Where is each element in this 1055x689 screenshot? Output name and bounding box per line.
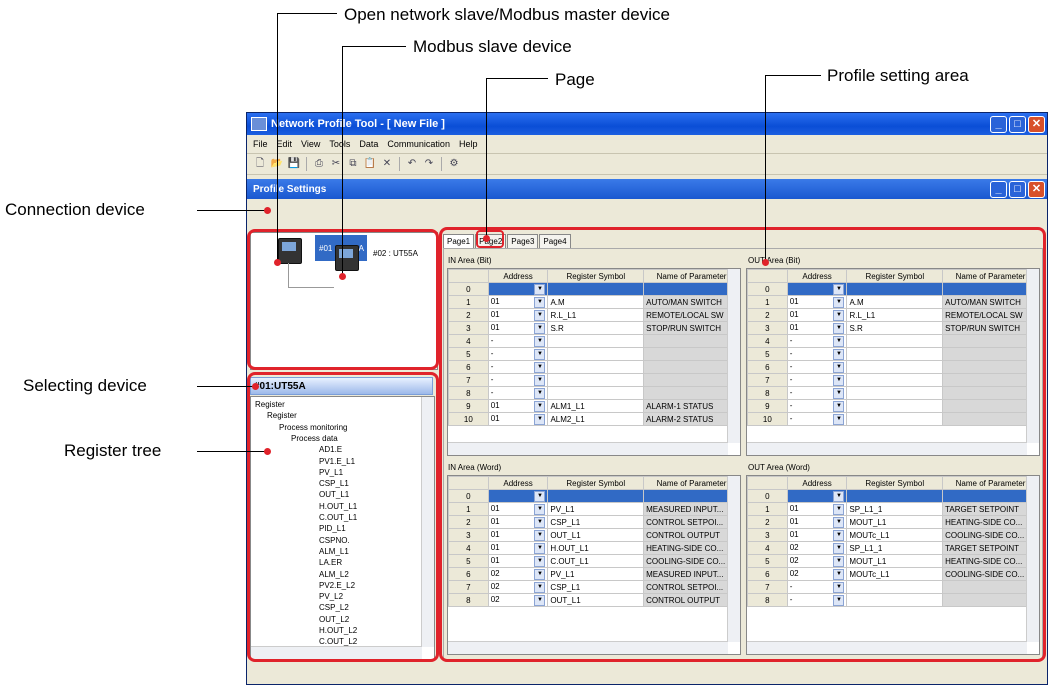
callout-register-tree: Register tree <box>64 441 162 460</box>
undo-icon[interactable]: ↶ <box>405 157 419 171</box>
copy-icon[interactable]: ⧉ <box>346 157 360 171</box>
title-bar: Network Profile Tool - [ New File ] _ □ … <box>247 113 1047 135</box>
callout-dot <box>264 207 271 214</box>
sub-maximize-button[interactable]: □ <box>1009 180 1026 198</box>
print-icon[interactable]: ⎙ <box>312 157 326 171</box>
save-icon[interactable]: 💾 <box>287 157 301 171</box>
menu-edit[interactable]: Edit <box>277 139 293 149</box>
sub-minimize-button[interactable]: _ <box>990 180 1007 198</box>
paste-icon[interactable]: 📋 <box>363 157 377 171</box>
profile-settings-titlebar: Profile Settings _ □ ✕ <box>247 179 1047 199</box>
callout-dot <box>762 259 769 266</box>
toolbar-separator <box>441 157 442 171</box>
app-icon <box>251 117 267 131</box>
leader-line <box>765 75 766 262</box>
connection-device-highlight <box>247 229 439 370</box>
leader-line <box>342 46 343 276</box>
cut-icon[interactable]: ✂ <box>329 157 343 171</box>
menu-data[interactable]: Data <box>359 139 378 149</box>
callout-dot <box>274 259 281 266</box>
page-tab-highlight <box>476 230 504 248</box>
leader-line <box>277 13 278 262</box>
leader-line <box>197 210 267 211</box>
callout-connection-device: Connection device <box>5 200 145 219</box>
leader-line <box>277 13 337 14</box>
menu-view[interactable]: View <box>301 139 320 149</box>
register-tree-highlight <box>247 372 439 662</box>
leader-line <box>197 386 255 387</box>
callout-page: Page <box>555 70 595 89</box>
callout-dot <box>264 448 271 455</box>
callout-selecting-device: Selecting device <box>23 376 147 395</box>
leader-line <box>197 451 267 452</box>
maximize-button[interactable]: □ <box>1009 115 1026 133</box>
menu-file[interactable]: File <box>253 139 268 149</box>
minimize-button[interactable]: _ <box>990 115 1007 133</box>
new-file-icon[interactable]: 🗋 <box>253 157 267 171</box>
menu-communication[interactable]: Communication <box>387 139 450 149</box>
callout-dot <box>483 235 490 242</box>
callout-open-network: Open network slave/Modbus master device <box>344 5 670 24</box>
close-button[interactable]: ✕ <box>1028 115 1045 133</box>
callout-dot <box>252 383 259 390</box>
profile-area-highlight <box>439 227 1046 662</box>
delete-icon[interactable]: ✕ <box>380 157 394 171</box>
communication-icon[interactable]: ⚙ <box>447 157 461 171</box>
toolbar-separator <box>306 157 307 171</box>
leader-line <box>486 78 548 79</box>
menu-tools[interactable]: Tools <box>329 139 350 149</box>
callout-modbus-slave: Modbus slave device <box>413 37 572 56</box>
callout-profile-area: Profile setting area <box>827 66 969 85</box>
profile-settings-title: Profile Settings <box>253 183 327 195</box>
sub-close-button[interactable]: ✕ <box>1028 180 1045 198</box>
menu-bar: File Edit View Tools Data Communication … <box>247 135 1047 154</box>
toolbar: 🗋 📂 💾 ⎙ ✂ ⧉ 📋 ✕ ↶ ↷ ⚙ <box>247 154 1047 175</box>
leader-line <box>765 75 821 76</box>
redo-icon[interactable]: ↷ <box>422 157 436 171</box>
callout-dot <box>339 273 346 280</box>
toolbar-separator <box>399 157 400 171</box>
window-title: Network Profile Tool - [ New File ] <box>271 118 445 130</box>
leader-line <box>486 78 487 238</box>
leader-line <box>342 46 406 47</box>
menu-help[interactable]: Help <box>459 139 478 149</box>
